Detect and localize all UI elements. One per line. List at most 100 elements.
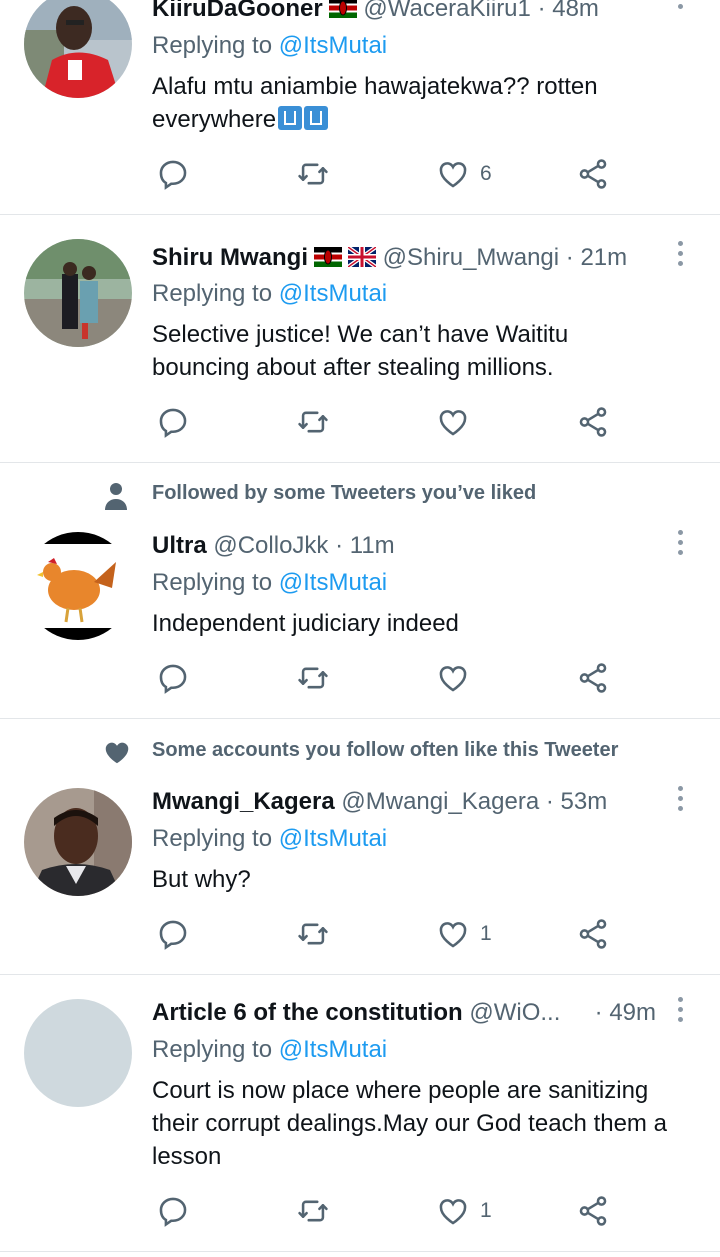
- tweet[interactable]: Some accounts you follow often like this…: [0, 719, 720, 974]
- timestamp[interactable]: 48m: [552, 0, 599, 22]
- reply-button[interactable]: [156, 1193, 190, 1229]
- separator-dot: ·: [335, 532, 344, 559]
- heart-icon: [439, 922, 467, 948]
- replying-to-prefix: Replying to: [152, 569, 273, 596]
- social-context-text: Followed by some Tweeters you’ve liked: [152, 482, 537, 504]
- share-icon: [579, 159, 607, 189]
- reply-button[interactable]: [156, 156, 190, 192]
- tweet[interactable]: Shiru Mwangi @Shiru_Mwangi · 21m Replyin…: [0, 215, 720, 462]
- tweet[interactable]: Followed by some Tweeters you’ve liked U…: [0, 463, 720, 718]
- tweet-text-line: Court is now place where people are sani…: [152, 1077, 649, 1104]
- more-options-icon[interactable]: [676, 0, 684, 22]
- tweet-text-line: Selective justice! We can’t have Waititu: [152, 321, 569, 348]
- tweet-text-fragment: everywhere: [152, 106, 277, 133]
- retweet-icon: [298, 411, 328, 433]
- kenya-flag-icon: [328, 0, 357, 26]
- replying-to-link[interactable]: @ItsMutai: [279, 569, 387, 596]
- tweet-actions: 1: [152, 916, 632, 952]
- share-button[interactable]: [576, 404, 610, 440]
- display-name[interactable]: Mwangi_Kagera: [152, 788, 335, 815]
- timestamp[interactable]: 11m: [350, 532, 395, 559]
- avatar[interactable]: [24, 0, 132, 98]
- share-button[interactable]: [576, 660, 610, 696]
- replying-to-link[interactable]: @ItsMutai: [279, 280, 387, 307]
- reply-icon: [159, 160, 187, 190]
- display-name[interactable]: Shiru Mwangi: [152, 244, 308, 271]
- more-options-icon[interactable]: [676, 997, 684, 1025]
- put-litter-in-its-place-icon: [278, 106, 303, 130]
- avatar[interactable]: [24, 999, 132, 1107]
- handle[interactable]: @WaceraKiiru1: [363, 0, 531, 22]
- retweet-button[interactable]: [296, 404, 330, 440]
- display-name[interactable]: KiiruDaGooner: [152, 0, 323, 22]
- tweet-actions: [152, 404, 632, 440]
- separator-dot: ·: [565, 244, 574, 271]
- display-name[interactable]: Ultra: [152, 532, 207, 559]
- handle[interactable]: @ColloJkk: [213, 532, 328, 559]
- like-button[interactable]: [436, 660, 480, 696]
- replying-to: Replying to @ItsMutai: [152, 824, 387, 854]
- tweet-text: Court is now place where people are sani…: [152, 1074, 696, 1173]
- tweet-text: Independent judiciary indeed: [152, 607, 696, 640]
- tweet-text-line: Independent judiciary indeed: [152, 610, 459, 637]
- tweet-header: Ultra @ColloJkk · 11m: [152, 531, 650, 561]
- avatar[interactable]: [24, 239, 132, 347]
- reply-icon: [159, 408, 187, 438]
- social-context: Followed by some Tweeters you’ve liked: [0, 480, 720, 512]
- like-button[interactable]: [436, 404, 480, 440]
- replying-to-link[interactable]: @ItsMutai: [279, 825, 387, 852]
- timestamp[interactable]: 53m: [561, 788, 608, 815]
- heart-icon: [439, 666, 467, 692]
- replying-to: Replying to @ItsMutai: [152, 568, 387, 598]
- share-button[interactable]: [576, 1193, 610, 1229]
- tweet-text-line: bouncing about after stealing millions.: [152, 354, 554, 381]
- social-context: Some accounts you follow often like this…: [0, 737, 720, 769]
- reply-button[interactable]: [156, 916, 190, 952]
- reply-button[interactable]: [156, 660, 190, 696]
- more-options-icon[interactable]: [676, 530, 684, 558]
- like-button[interactable]: 6: [436, 156, 492, 192]
- retweet-icon: [298, 1200, 328, 1222]
- more-options-icon[interactable]: [676, 786, 684, 814]
- avatar[interactable]: [24, 788, 132, 896]
- retweet-icon: [298, 667, 328, 689]
- retweet-button[interactable]: [296, 156, 330, 192]
- handle[interactable]: @WiO...: [469, 999, 560, 1026]
- tweet-time: · 49m: [595, 998, 656, 1028]
- separator-dot: ·: [594, 999, 603, 1026]
- share-button[interactable]: [576, 916, 610, 952]
- reply-icon: [159, 664, 187, 694]
- share-icon: [579, 663, 607, 693]
- replying-to-prefix: Replying to: [152, 280, 273, 307]
- timestamp[interactable]: 49m: [609, 999, 656, 1026]
- tweet-text: Alafu mtu aniambie hawajatekwa?? rotten …: [152, 70, 696, 136]
- reply-button[interactable]: [156, 404, 190, 440]
- like-button[interactable]: 1: [436, 1193, 492, 1229]
- retweet-button[interactable]: [296, 1193, 330, 1229]
- like-count: 1: [480, 922, 492, 945]
- handle[interactable]: @Shiru_Mwangi: [383, 244, 559, 271]
- retweet-button[interactable]: [296, 916, 330, 952]
- tweet-text-line: lesson: [152, 1143, 222, 1170]
- display-name[interactable]: Article 6 of the constitution: [152, 999, 463, 1026]
- avatar[interactable]: [24, 532, 132, 640]
- retweet-icon: [298, 923, 328, 945]
- like-button[interactable]: 1: [436, 916, 492, 952]
- tweet[interactable]: KiiruDaGooner @WaceraKiiru1 · 48m Replyi…: [0, 0, 720, 214]
- handle[interactable]: @Mwangi_Kagera: [341, 788, 539, 815]
- timestamp[interactable]: 21m: [580, 244, 627, 271]
- more-options-icon[interactable]: [676, 241, 684, 269]
- share-button[interactable]: [576, 156, 610, 192]
- tweet-header: Article 6 of the constitution @WiO...: [152, 998, 620, 1028]
- replying-to: Replying to @ItsMutai: [152, 279, 387, 309]
- tweet-text-line: everywhere: [152, 103, 696, 136]
- person-icon: [105, 483, 127, 510]
- replying-to-link[interactable]: @ItsMutai: [279, 1036, 387, 1063]
- tweet[interactable]: Article 6 of the constitution @WiO... · …: [0, 975, 720, 1251]
- retweet-button[interactable]: [296, 660, 330, 696]
- tweet-header: Mwangi_Kagera @Mwangi_Kagera · 53m: [152, 787, 650, 817]
- replying-to: Replying to @ItsMutai: [152, 1035, 387, 1065]
- heart-icon: [439, 162, 467, 188]
- replying-to-link[interactable]: @ItsMutai: [279, 32, 387, 59]
- tweet-text: But why?: [152, 863, 696, 896]
